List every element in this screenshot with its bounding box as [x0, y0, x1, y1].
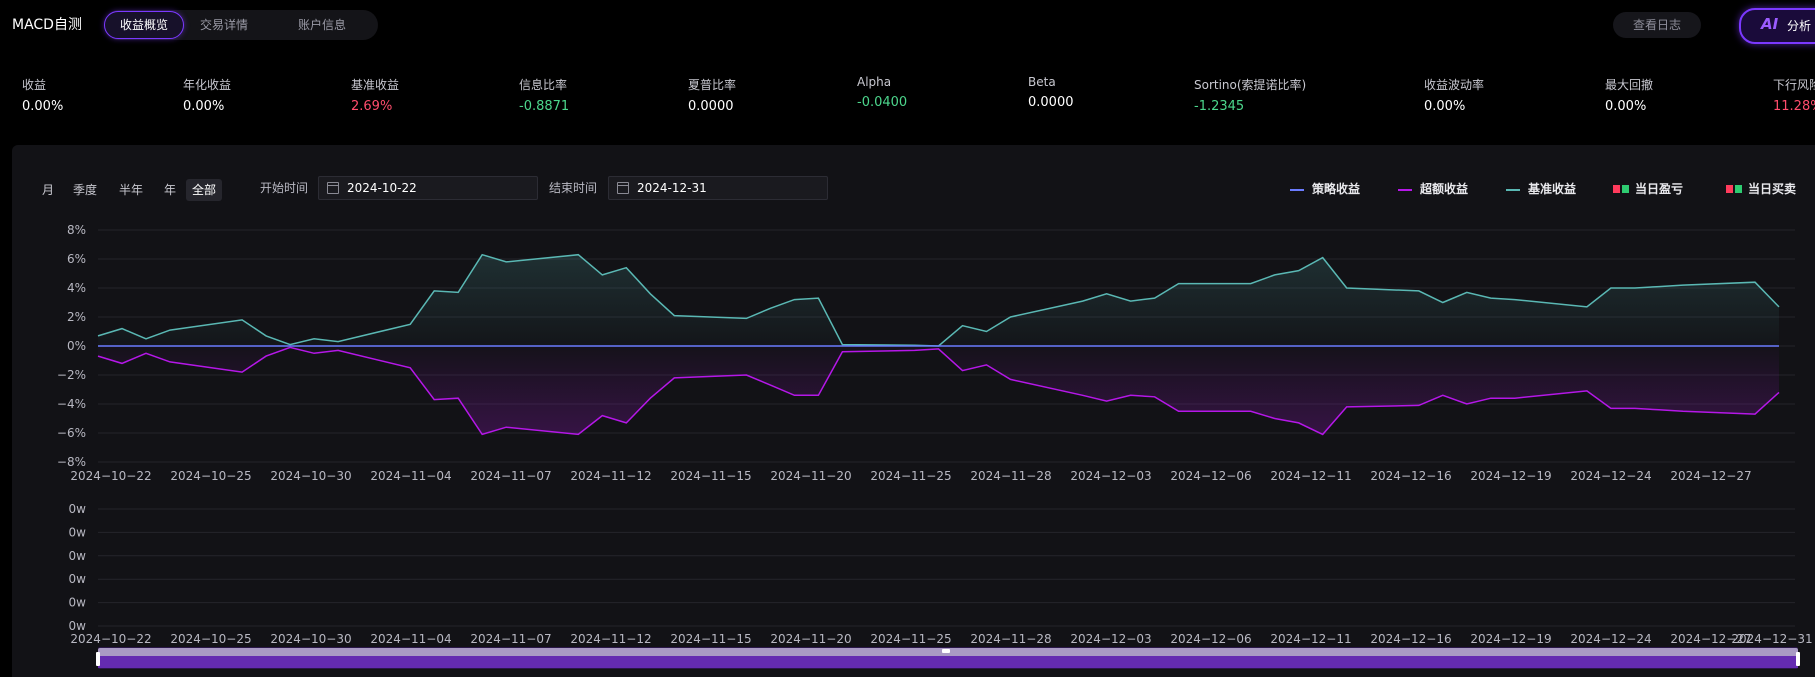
x-tick-label: 2024−12−19	[1470, 632, 1551, 646]
y-tick-label: −6%	[57, 426, 86, 440]
x-tick-label: 2024−10−25	[170, 469, 251, 483]
x-tick-label: 2024−11−20	[770, 632, 851, 646]
x-tick-label: 2024−12−03	[1070, 632, 1151, 646]
x-tick-label: 2024−11−07	[470, 632, 551, 646]
x-tick-label: 2024−12−06	[1170, 469, 1251, 483]
x-tick-label: 2024−12−11	[1270, 469, 1351, 483]
x-tick-label: 2024−12−03	[1070, 469, 1151, 483]
zoom-drag-grip-icon[interactable]	[942, 649, 950, 653]
y-tick-label: −4%	[57, 397, 86, 411]
x-tick-label: 2024−12−06	[1170, 632, 1251, 646]
y-tick-label: 0w	[69, 572, 87, 586]
x-tick-label: 2024−11−25	[870, 469, 951, 483]
returns-line-chart: 8% 6% 4% 2% 0% −2% −4% −6% −8%2024−10−22 2024−10−…	[57, 223, 1795, 483]
y-tick-label: 6%	[67, 252, 86, 266]
x-tick-label: 2024−10−25	[170, 632, 251, 646]
y-tick-label: 0w	[69, 619, 87, 633]
chart-area: 8%6%4%2%0%−2%−4%−6%−8%2024−10−22 2024−10−…	[57, 223, 1813, 669]
x-tick-label: 2024−12−16	[1370, 632, 1451, 646]
y-tick-label: 0%	[67, 339, 86, 353]
x-tick-label: 2024−12−24	[1570, 632, 1651, 646]
y-tick-label: 0w	[69, 525, 87, 539]
x-tick-label: 2024−10−22	[70, 469, 151, 483]
x-tick-label: 2024−11−12	[570, 469, 651, 483]
y-tick-label: 8%	[67, 223, 86, 237]
x-tick-label: 2024−12−19	[1470, 469, 1551, 483]
x-tick-label: 2024−10−30	[270, 632, 351, 646]
x-tick-label: 2024−11−15	[670, 632, 751, 646]
x-tick-label: 2024−11−07	[470, 469, 551, 483]
x-tick-label: 2024−12−27	[1670, 469, 1751, 483]
y-tick-label: −8%	[57, 455, 86, 469]
y-tick-label: 0w	[69, 502, 87, 516]
excess-area	[98, 346, 1779, 435]
x-tick-label: 2024−11−04	[370, 632, 451, 646]
x-tick-label: 2024−11−04	[370, 469, 451, 483]
x-tick-label: 2024−10−30	[270, 469, 351, 483]
x-tick-label: 2024−11−12	[570, 632, 651, 646]
zoom-slider[interactable]	[96, 647, 1800, 669]
daily-bar-chart: 0w0w0w0w0w0w2024−10−22 2024−10−25 2024−10−…	[69, 502, 1813, 646]
x-tick-label: 2024−12−24	[1570, 469, 1651, 483]
y-tick-label: 4%	[67, 281, 86, 295]
x-tick-label: 2024−12−11	[1270, 632, 1351, 646]
x-tick-label: 2024−11−25	[870, 632, 951, 646]
x-tick-label: 2024−12−16	[1370, 469, 1451, 483]
y-tick-label: 2%	[67, 310, 86, 324]
y-tick-label: 0w	[69, 596, 87, 610]
x-tick-label: 2024−12−31	[1731, 632, 1812, 646]
x-tick-label: 2024−11−20	[770, 469, 851, 483]
zoom-handle-left[interactable]	[96, 652, 100, 666]
x-tick-label: 2024−11−28	[970, 469, 1051, 483]
zoom-selected-fill	[98, 656, 1798, 668]
y-tick-label: −2%	[57, 368, 86, 382]
x-tick-label: 2024−10−22	[70, 632, 151, 646]
zoom-handle-right[interactable]	[1796, 652, 1800, 666]
y-tick-label: 0w	[69, 549, 87, 563]
x-tick-label: 2024−11−28	[970, 632, 1051, 646]
x-tick-label: 2024−11−15	[670, 469, 751, 483]
